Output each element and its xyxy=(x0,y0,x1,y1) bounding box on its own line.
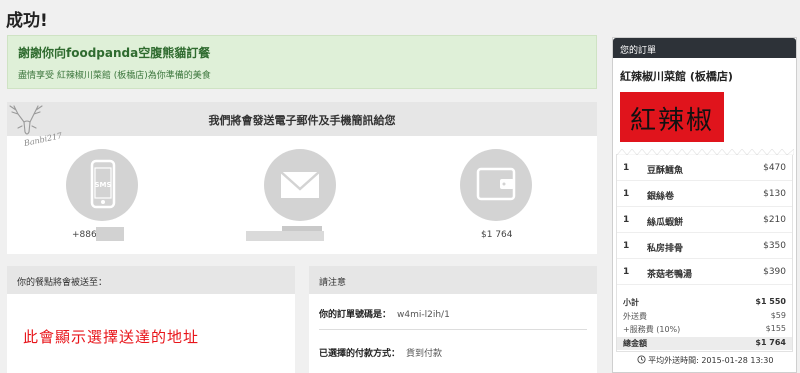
total-row: 總金額 $1 764 xyxy=(617,337,792,350)
page-title: 成功! xyxy=(6,11,48,31)
restaurant-logo-text: 紅辣椒 xyxy=(629,106,714,136)
address-placeholder: 此會顯示選擇送達的地址 xyxy=(23,328,200,346)
order-number-row: 你的訂單號碼是： w4mi-l2ih/1 xyxy=(319,307,450,320)
email-circle xyxy=(264,149,336,221)
item-price: $350 xyxy=(763,241,786,251)
item-qty: 1 xyxy=(623,215,630,225)
total-value: $1 764 xyxy=(755,338,786,347)
order-summary-panel: 您的訂單 紅辣椒川菜館 (板橋店) 紅辣椒 1 豆酥鱈魚 $470 1 銀絲卷 … xyxy=(612,37,797,373)
delivery-fee-label: 外送費 xyxy=(623,312,647,321)
sms-label: SMS xyxy=(94,181,111,189)
total-label: 總金額 xyxy=(623,339,647,348)
notice-panel: 請注意 你的訂單號碼是： w4mi-l2ih/1 已選擇的付款方式： 貨到付款 xyxy=(309,266,597,373)
item-price: $390 xyxy=(763,267,786,277)
item-qty: 1 xyxy=(623,163,630,173)
phone-number: +886 xyxy=(72,230,97,240)
payment-method: 貨到付款 xyxy=(406,349,443,359)
redacted-phone xyxy=(96,227,124,241)
item-price: $210 xyxy=(763,215,786,225)
notice-header-label: 請注意 xyxy=(319,278,347,288)
restaurant-logo: 紅辣椒 xyxy=(620,92,724,142)
deer-watermark-icon: Banbi217 xyxy=(9,105,62,148)
delivery-time-text: 平均外送時間: 2015-01-28 13:30 xyxy=(648,356,774,365)
subtotal-row: 小計 $1 550 xyxy=(617,297,792,311)
success-subtitle: 盡情享受 紅辣椒川菜館 (板橋店)為你準備的美食 xyxy=(18,71,211,81)
divider xyxy=(319,329,587,330)
payment-method-row: 已選擇的付款方式： 貨到付款 xyxy=(319,346,442,359)
item-name: 銀絲卷 xyxy=(647,192,675,202)
order-item: 1 茶菇老鴨湯 $390 xyxy=(617,259,792,285)
receipt: 1 豆酥鱈魚 $470 1 銀絲卷 $130 1 絲瓜蝦餅 $210 1 私房排… xyxy=(616,149,794,352)
clock-icon xyxy=(637,355,646,364)
notification-header: 我們將會發送電子郵件及手機簡訊給您 xyxy=(7,102,597,136)
sms-circle: SMS xyxy=(66,149,138,221)
delivery-address-panel: 你的餐點將會被送至： 此會顯示選擇送達的地址 xyxy=(7,266,295,373)
order-header: 您的訂單 xyxy=(613,38,796,58)
item-qty: 1 xyxy=(623,241,630,251)
delivery-time: 平均外送時間: 2015-01-28 13:30 xyxy=(617,355,793,369)
payment-amount: $1 764 xyxy=(481,230,513,240)
subtotal-value: $1 550 xyxy=(755,297,786,306)
delivery-fee-row: 外送費 $59 xyxy=(617,311,792,323)
item-name: 私房排骨 xyxy=(647,244,684,254)
item-name: 茶菇老鴨湯 xyxy=(647,270,693,280)
item-qty: 1 xyxy=(623,267,630,277)
item-qty: 1 xyxy=(623,189,630,199)
payment-method-label: 已選擇的付款方式： xyxy=(319,349,401,359)
item-price: $130 xyxy=(763,189,786,199)
order-number-label: 你的訂單號碼是： xyxy=(319,310,392,320)
redacted-email xyxy=(246,231,324,241)
order-item: 1 銀絲卷 $130 xyxy=(617,181,792,207)
restaurant-name: 紅辣椒川菜館 (板橋店) xyxy=(620,70,733,83)
item-name: 絲瓜蝦餅 xyxy=(647,218,684,228)
envelope-icon xyxy=(280,171,320,198)
notification-title: 我們將會發送電子郵件及手機簡訊給您 xyxy=(208,114,396,127)
address-header-label: 你的餐點將會被送至： xyxy=(17,278,108,288)
order-number: w4mi-l2ih/1 xyxy=(397,310,450,320)
item-price: $470 xyxy=(763,163,786,173)
payment-circle xyxy=(460,149,532,221)
service-fee-value: $155 xyxy=(765,324,786,333)
success-alert: 謝謝你向foodpanda空腹熊貓訂餐 盡情享受 紅辣椒川菜館 (板橋店)為你準… xyxy=(7,35,597,89)
phone-sms-icon: SMS xyxy=(90,159,116,209)
order-item: 1 絲瓜蝦餅 $210 xyxy=(617,207,792,233)
wallet-icon xyxy=(476,167,516,201)
success-title: 謝謝你向foodpanda空腹熊貓訂餐 xyxy=(18,46,211,60)
delivery-fee-value: $59 xyxy=(770,311,786,320)
notice-header: 請注意 xyxy=(309,266,597,294)
address-header: 你的餐點將會被送至： xyxy=(7,266,295,294)
service-fee-label: +服務費 (10%) xyxy=(623,325,681,334)
item-name: 豆酥鱈魚 xyxy=(647,166,684,176)
order-item: 1 豆酥鱈魚 $470 xyxy=(617,155,792,181)
service-fee-row: +服務費 (10%) $155 xyxy=(617,324,792,336)
subtotal-label: 小計 xyxy=(623,298,639,307)
order-header-label: 您的訂單 xyxy=(620,46,657,56)
order-item: 1 私房排骨 $350 xyxy=(617,233,792,259)
